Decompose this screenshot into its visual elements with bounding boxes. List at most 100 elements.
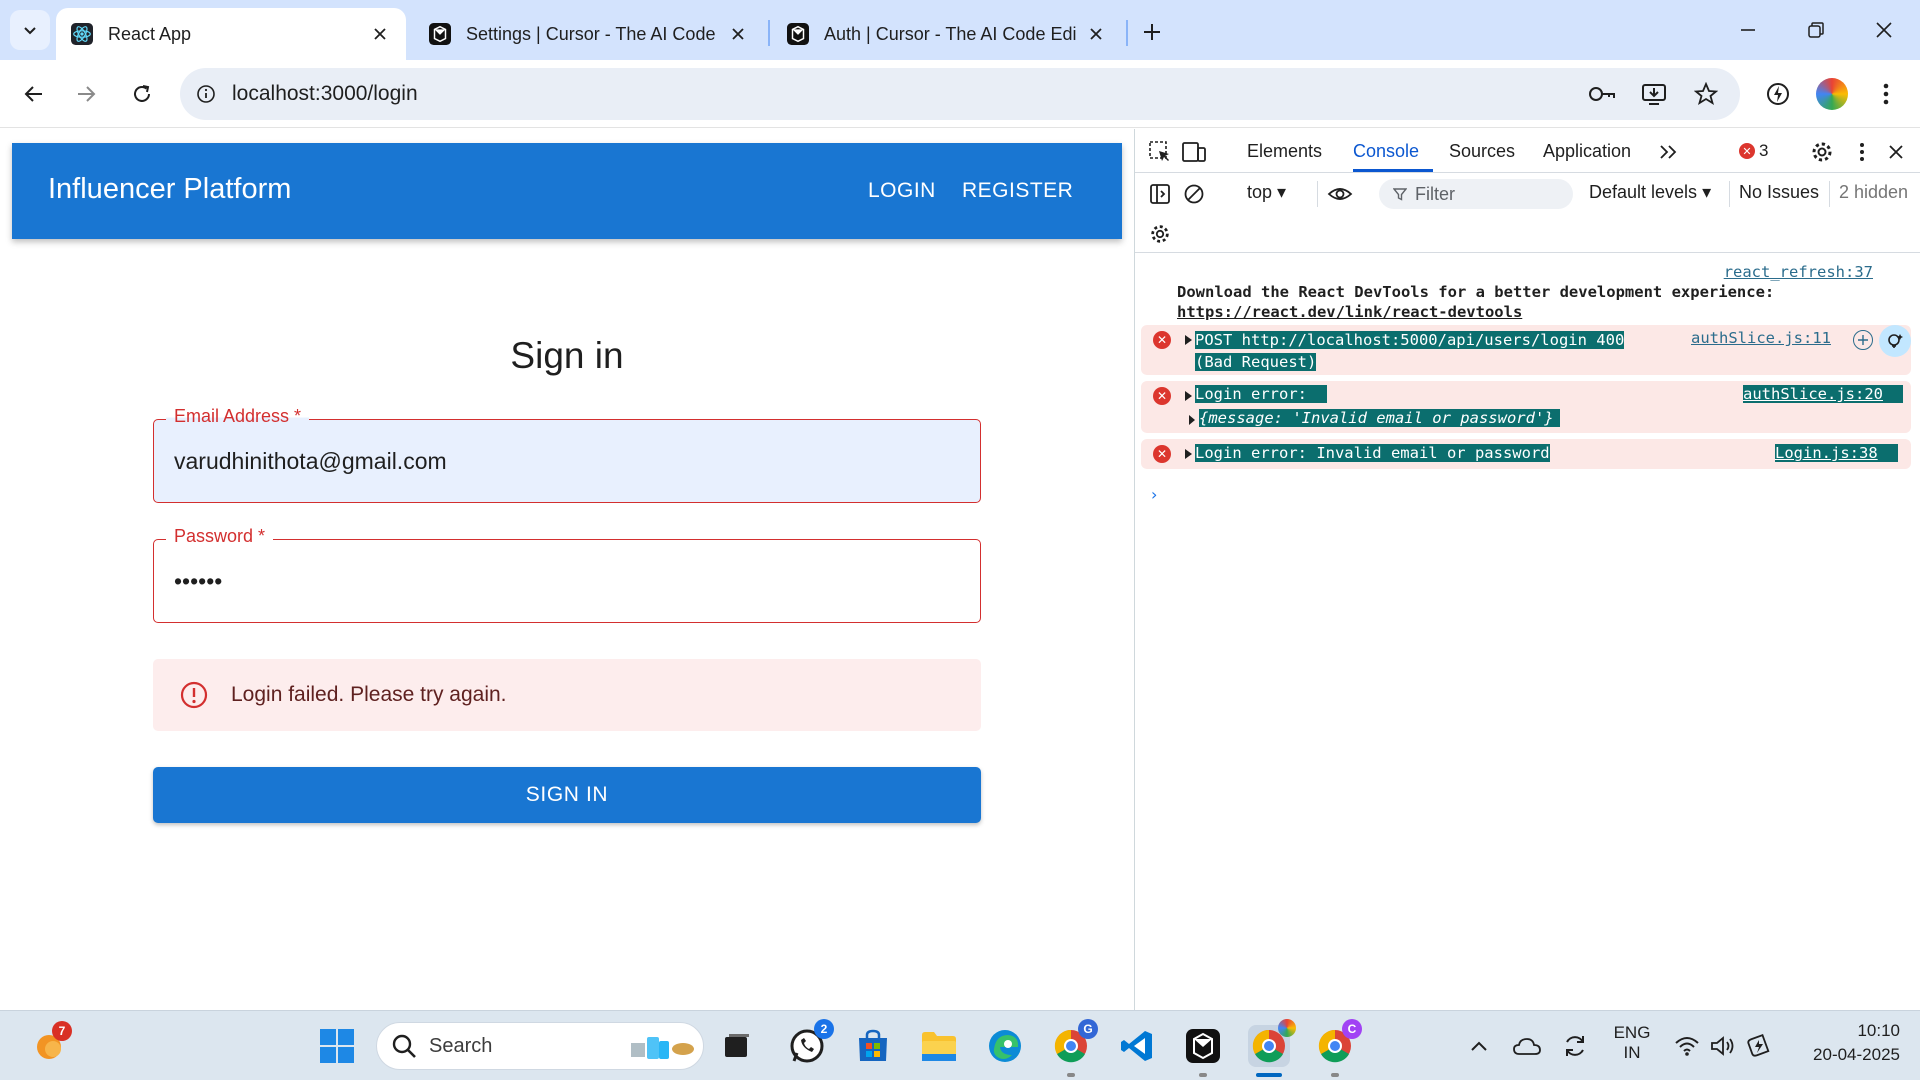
file-explorer-app[interactable] (918, 1025, 960, 1067)
arrow-left-icon (24, 86, 42, 102)
restore-button[interactable] (1798, 12, 1834, 48)
site-info-icon[interactable] (180, 68, 232, 120)
weather-widget[interactable]: 7 (28, 1021, 72, 1067)
cursor-app[interactable] (1182, 1025, 1224, 1067)
issues-button[interactable]: No Issues (1739, 182, 1819, 203)
register-link[interactable]: REGISTER (962, 179, 1073, 203)
tab-search-button[interactable] (10, 10, 50, 50)
profile-avatar[interactable] (1816, 78, 1848, 110)
more-tabs-chevron-icon[interactable] (1653, 137, 1683, 167)
sidebar-toggle-icon[interactable] (1145, 179, 1175, 209)
tab-title: React App (108, 23, 192, 44)
folder-icon (922, 1032, 956, 1061)
password-value[interactable]: •••••• (174, 568, 222, 595)
live-expression-eye-icon[interactable] (1325, 179, 1355, 209)
error-circle-icon: ✕ (1739, 143, 1755, 159)
expand-triangle-icon[interactable] (1189, 415, 1195, 425)
close-devtools-icon[interactable] (1881, 137, 1911, 167)
password-field[interactable]: Password * •••••• (153, 526, 981, 623)
vscode-app[interactable] (1116, 1025, 1158, 1067)
devtools-tab-console[interactable]: Console (1353, 141, 1419, 162)
plus-icon (1144, 24, 1160, 40)
cursor-icon (428, 22, 452, 46)
install-app-icon[interactable] (1638, 78, 1670, 110)
whatsapp-app[interactable]: 2 (786, 1019, 834, 1067)
new-tab-button[interactable] (1136, 16, 1168, 48)
onedrive-icon[interactable] (1512, 1031, 1542, 1061)
reload-button[interactable] (124, 76, 160, 112)
sync-icon[interactable] (1560, 1031, 1590, 1061)
request-url[interactable]: http://localhost:5000/api/users/login (1241, 331, 1587, 349)
tab-cursor-auth[interactable]: Auth | Cursor - The AI Code Editor (772, 8, 1122, 60)
devtools-link[interactable]: https://react.dev/link/react-devtools (1177, 303, 1522, 321)
edge-app[interactable] (984, 1025, 1026, 1067)
browser-menu-button[interactable] (1868, 76, 1904, 112)
network-panel-icon[interactable] (1853, 330, 1873, 350)
console-error-row[interactable]: ✕ Login error: {message: 'Invalid email … (1141, 381, 1911, 433)
source-link[interactable]: authSlice.js:11 (1691, 329, 1831, 347)
console-filter-input[interactable]: Filter (1379, 179, 1573, 209)
clear-console-icon[interactable] (1179, 179, 1209, 209)
context-selector[interactable]: top ▾ (1247, 182, 1286, 203)
email-value[interactable]: varudhinithota@gmail.com (174, 448, 447, 475)
brand-title[interactable]: Influencer Platform (48, 173, 291, 206)
console-prompt-chevron-icon[interactable]: › (1151, 485, 1157, 504)
expand-triangle-icon[interactable] (1185, 335, 1192, 345)
chrome-active-app[interactable] (1248, 1019, 1296, 1067)
page-viewport: Influencer Platform LOGIN REGISTER Sign … (0, 129, 1134, 1010)
hidden-messages-count: 2 hidden (1839, 182, 1909, 202)
devtools-menu-icon[interactable] (1847, 137, 1877, 167)
tab-react-app[interactable]: React App (56, 8, 406, 60)
battery-charging-icon[interactable] (1744, 1031, 1774, 1061)
source-link[interactable]: Login.js:38 (1775, 444, 1898, 462)
close-icon[interactable] (726, 22, 750, 46)
settings-gear-icon[interactable] (1807, 137, 1837, 167)
microsoft-store-app[interactable] (852, 1025, 894, 1067)
error-object[interactable]: {message: 'Invalid email or password'} (1199, 409, 1560, 427)
running-indicator (1199, 1073, 1207, 1077)
taskbar-search-box[interactable]: Search (376, 1022, 704, 1070)
source-link[interactable]: react_refresh:37 (1724, 263, 1873, 281)
password-key-icon[interactable] (1586, 78, 1618, 110)
clock[interactable]: 10:10 20-04-2025 (1790, 1021, 1900, 1065)
wifi-icon[interactable] (1672, 1031, 1702, 1061)
console-settings-gear-icon[interactable] (1145, 219, 1175, 249)
error-count: 3 (1759, 141, 1769, 160)
close-icon[interactable] (1084, 22, 1108, 46)
back-button[interactable] (16, 76, 52, 112)
window-close-button[interactable] (1866, 12, 1902, 48)
devtools-tab-elements[interactable]: Elements (1247, 141, 1322, 162)
search-highlight-icon (629, 1031, 695, 1063)
devtools-tab-sources[interactable]: Sources (1449, 141, 1515, 162)
expand-triangle-icon[interactable] (1185, 449, 1192, 459)
performance-icon[interactable] (1760, 76, 1796, 112)
forward-button[interactable] (68, 76, 104, 112)
console-error-row[interactable]: ✕ POST http://localhost:5000/api/users/l… (1141, 325, 1911, 375)
device-toolbar-icon[interactable] (1179, 137, 1209, 167)
ai-insights-lightbulb-icon[interactable] (1879, 325, 1911, 357)
inspect-element-icon[interactable] (1145, 137, 1175, 167)
language-indicator[interactable]: ENG IN (1604, 1023, 1660, 1063)
close-icon[interactable] (368, 22, 392, 46)
devtools-tab-application[interactable]: Application (1543, 141, 1631, 162)
volume-icon[interactable] (1708, 1031, 1738, 1061)
filter-placeholder: Filter (1415, 183, 1455, 204)
start-button[interactable] (316, 1025, 358, 1067)
chrome-profile-g-app[interactable]: G (1050, 1019, 1098, 1067)
chrome-profile-c-app[interactable]: C (1314, 1019, 1362, 1067)
error-count-badge[interactable]: ✕ 3 (1739, 141, 1768, 161)
bookmark-star-icon[interactable] (1690, 78, 1722, 110)
log-levels-dropdown[interactable]: Default levels ▾ (1589, 182, 1711, 203)
tab-separator (1126, 20, 1128, 46)
show-hidden-icons-button[interactable] (1464, 1031, 1494, 1061)
minimize-button[interactable] (1730, 12, 1766, 48)
email-field[interactable]: Email Address * varudhinithota@gmail.com (153, 406, 981, 503)
tab-cursor-settings[interactable]: Settings | Cursor - The AI Code Editor (414, 8, 764, 60)
task-view-button[interactable] (716, 1025, 758, 1067)
login-link[interactable]: LOGIN (868, 179, 936, 203)
expand-triangle-icon[interactable] (1185, 391, 1192, 401)
console-error-row[interactable]: ✕ Login error: Invalid email or password… (1141, 439, 1911, 469)
source-link[interactable]: authSlice.js:20 (1743, 385, 1903, 403)
address-bar[interactable]: localhost:3000/login (180, 68, 1740, 120)
sign-in-button[interactable]: SIGN IN (153, 767, 981, 823)
